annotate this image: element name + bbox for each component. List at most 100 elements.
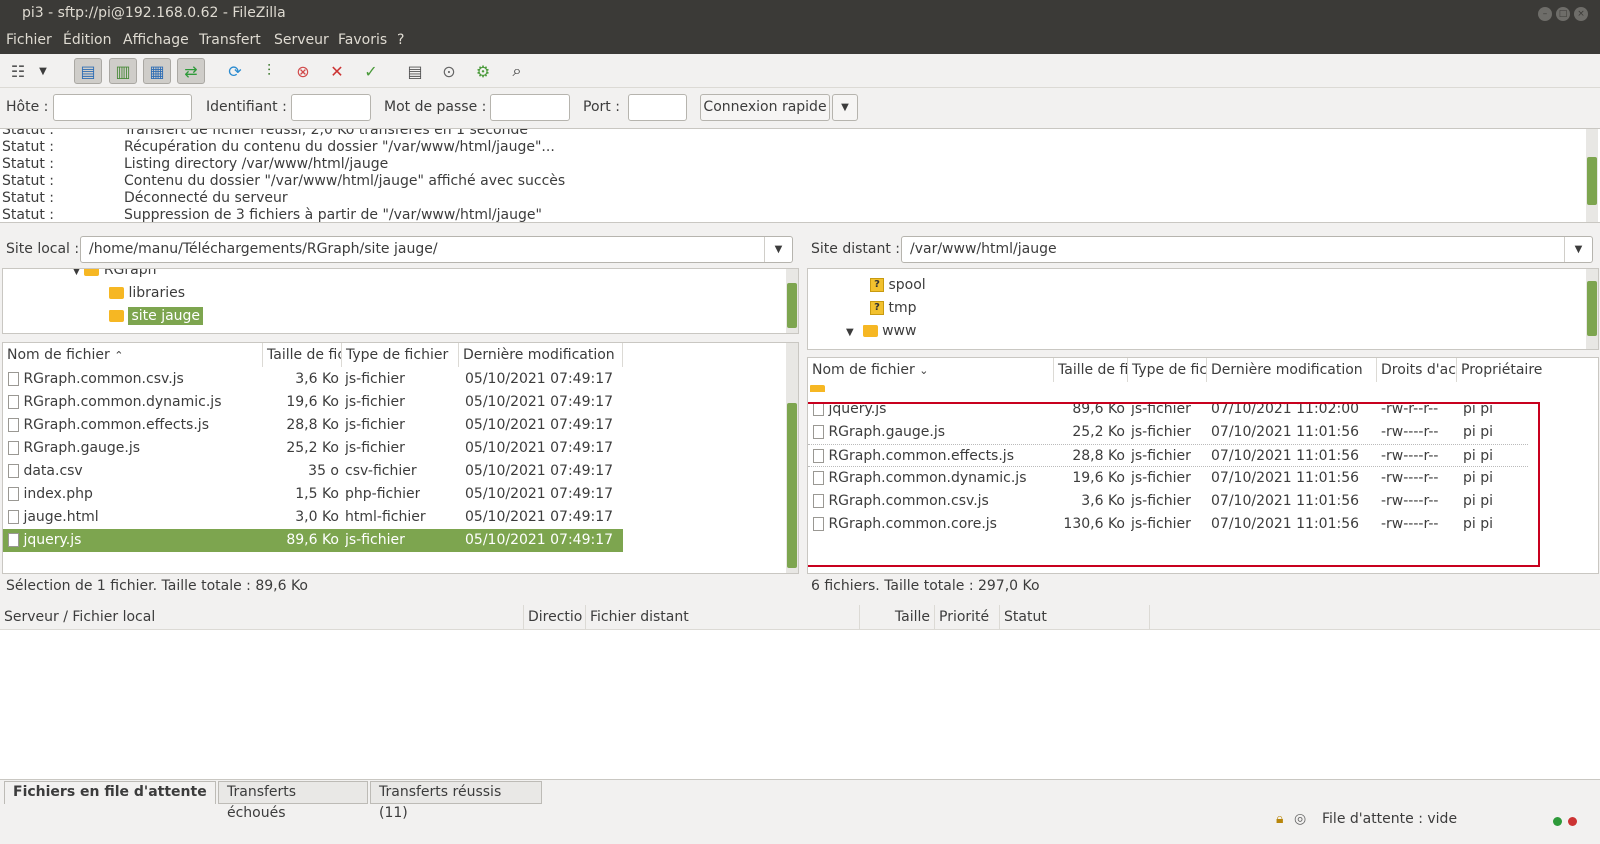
menu-help[interactable]: ? <box>397 32 404 48</box>
user-input[interactable] <box>291 94 371 121</box>
queue-status: File d'attente : vide <box>1322 811 1458 827</box>
tree-node-www[interactable]: ▼ www <box>846 320 916 343</box>
table-row-selected[interactable]: jquery.js 89,6 Ko js-fichier 05/10/2021 … <box>3 529 623 552</box>
tree-node-spool[interactable]: ? spool <box>870 274 926 297</box>
queue-col-local[interactable]: Serveur / Fichier local <box>0 605 524 629</box>
speed-limit-icon[interactable]: ◎ <box>1294 811 1306 827</box>
binoculars-icon[interactable]: ⌕ <box>503 58 531 84</box>
local-tree-scrollbar[interactable] <box>786 269 798 333</box>
question-folder-icon: ? <box>870 278 884 292</box>
queue-col-remote[interactable]: Fichier distant <box>586 605 860 629</box>
queue-col-priority[interactable]: Priorité <box>935 605 1000 629</box>
local-site-label: Site local : <box>6 241 80 257</box>
local-file-list: Nom de fichier ⌃ Taille de fic Type de f… <box>2 342 799 574</box>
file-icon <box>8 395 19 409</box>
table-row-focused[interactable]: RGraph.common.effects.js 28,8 Ko js-fich… <box>808 444 1528 467</box>
col-header-name[interactable]: Nom de fichier ⌃ <box>3 343 263 367</box>
table-row[interactable]: RGraph.gauge.js 25,2 Ko js-fichier 07/10… <box>808 421 1528 444</box>
table-row[interactable]: RGraph.common.effects.js 28,8 Ko js-fich… <box>3 414 623 437</box>
file-icon <box>8 487 19 501</box>
remote-col-header-name[interactable]: Nom de fichier ⌄ <box>808 358 1054 382</box>
tab-failed-transfers[interactable]: Transferts échoués <box>218 781 368 821</box>
remote-col-header-type[interactable]: Type de fic <box>1128 358 1207 382</box>
tab-queued-files[interactable]: Fichiers en file d'attente <box>4 781 216 804</box>
question-folder-icon: ? <box>870 301 884 315</box>
col-header-size[interactable]: Taille de fic <box>263 343 342 367</box>
site-manager-icon[interactable]: ☷ <box>4 58 32 84</box>
remote-col-header-perm[interactable]: Droits d'ac <box>1377 358 1457 382</box>
col-header-type[interactable]: Type de fichier <box>342 343 459 367</box>
queue-header: Serveur / Fichier local Directio Fichier… <box>0 604 1600 630</box>
queue-col-status[interactable]: Statut <box>1000 605 1150 629</box>
remote-file-list: Nom de fichier ⌄ Taille de fi Type de fi… <box>807 357 1599 574</box>
remote-col-header-owner[interactable]: Propriétaire <box>1457 358 1598 382</box>
remote-status: 6 fichiers. Taille totale : 297,0 Ko <box>811 578 1040 594</box>
quickconnect-button[interactable]: Connexion rapide <box>700 94 830 121</box>
menu-affichage[interactable]: Affichage <box>123 32 189 48</box>
tab-successful-transfers[interactable]: Transferts réussis (11) <box>370 781 542 821</box>
menu-serveur[interactable]: Serveur <box>274 32 329 48</box>
status-bar: 🔒︎ ◎ File d'attente : vide <box>0 808 1600 844</box>
chevron-down-icon[interactable]: ▼ <box>34 58 52 84</box>
folder-icon <box>109 310 124 322</box>
local-path-input[interactable]: /home/manu/Téléchargements/RGraph/site j… <box>80 236 793 263</box>
menu-transfert[interactable]: Transfert <box>199 32 261 48</box>
col-header-date[interactable]: Dernière modification <box>459 343 623 367</box>
remote-tree-scrollbar[interactable] <box>1586 269 1598 349</box>
remote-col-header-size[interactable]: Taille de fi <box>1054 358 1128 382</box>
sync-browse-icon[interactable]: ⊙ <box>435 58 463 84</box>
table-row[interactable]: jquery.js 89,6 Ko js-fichier 07/10/2021 … <box>808 398 1528 421</box>
tree-node-site-jauge[interactable]: site jauge <box>109 305 204 328</box>
remote-path-input[interactable]: /var/www/html/jauge ▼ <box>901 236 1593 263</box>
maximize-icon[interactable]: □ <box>1556 7 1570 21</box>
toggle-local-tree-icon[interactable]: ▥ <box>109 58 137 84</box>
table-row[interactable]: jauge.html 3,0 Ko html-fichier 05/10/202… <box>3 506 623 529</box>
menu-edition[interactable]: Édition <box>63 32 111 48</box>
folder-icon <box>810 385 825 392</box>
file-icon <box>8 418 19 432</box>
table-row[interactable]: RGraph.common.dynamic.js 19,6 Ko js-fich… <box>808 467 1528 490</box>
tree-node-rgraph[interactable]: ▼ RGraph <box>73 269 157 282</box>
directory-compare-icon[interactable]: ▤ <box>401 58 429 84</box>
queue-col-size[interactable]: Taille <box>860 605 935 629</box>
remote-col-header-date[interactable]: Dernière modification <box>1207 358 1377 382</box>
quickconnect-dropdown[interactable]: ▼ <box>832 94 858 121</box>
cancel-icon[interactable]: ⊗ <box>289 58 317 84</box>
menu-fichier[interactable]: Fichier <box>6 32 52 48</box>
tree-node-libraries[interactable]: libraries <box>109 282 185 305</box>
toggle-log-icon[interactable]: ▤ <box>74 58 102 84</box>
file-icon <box>8 464 19 478</box>
close-icon[interactable]: × <box>1574 7 1588 21</box>
table-row[interactable]: RGraph.common.dynamic.js 19,6 Ko js-fich… <box>3 391 623 414</box>
port-input[interactable] <box>628 94 687 121</box>
table-row[interactable]: RGraph.common.csv.js 3,6 Ko js-fichier 0… <box>3 368 623 391</box>
disconnect-icon[interactable]: ✕ <box>323 58 351 84</box>
file-icon <box>8 372 19 386</box>
log-scrollbar[interactable] <box>1586 129 1598 222</box>
table-row[interactable]: data.csv 35 o csv-fichier 05/10/2021 07:… <box>3 460 623 483</box>
table-row[interactable]: RGraph.common.csv.js 3,6 Ko js-fichier 0… <box>808 490 1528 513</box>
refresh-icon[interactable]: ⟳ <box>221 58 249 84</box>
password-input[interactable] <box>490 94 570 121</box>
queue-list <box>0 630 1600 780</box>
menu-favoris[interactable]: Favoris <box>338 32 387 48</box>
toggle-remote-tree-icon[interactable]: ▦ <box>143 58 171 84</box>
tree-node-tmp[interactable]: ? tmp <box>870 297 916 320</box>
table-row[interactable]: RGraph.common.core.js 130,6 Ko js-fichie… <box>808 513 1528 536</box>
reconnect-icon[interactable]: ✓ <box>357 58 385 84</box>
file-icon <box>8 510 19 524</box>
folder-icon <box>862 325 878 337</box>
parent-dir-row[interactable]: .. <box>808 380 1508 392</box>
local-tree: ▼ RGraph libraries site jauge <box>2 268 799 334</box>
host-input[interactable] <box>53 94 192 121</box>
search-remote-icon[interactable]: ⚙ <box>469 58 497 84</box>
table-row[interactable]: index.php 1,5 Ko php-fichier 05/10/2021 … <box>3 483 623 506</box>
table-row[interactable]: RGraph.gauge.js 25,2 Ko js-fichier 05/10… <box>3 437 623 460</box>
queue-col-direction[interactable]: Directio <box>524 605 586 629</box>
title-bar: pi3 - sftp://pi@192.168.0.62 - FileZilla… <box>0 0 1600 27</box>
toggle-queue-icon[interactable]: ⇄ <box>177 58 205 84</box>
minimize-icon[interactable]: – <box>1538 7 1552 21</box>
filter-icon[interactable]: ⫶ <box>255 58 283 84</box>
port-label: Port : <box>583 99 620 115</box>
local-list-scrollbar[interactable] <box>786 343 798 573</box>
